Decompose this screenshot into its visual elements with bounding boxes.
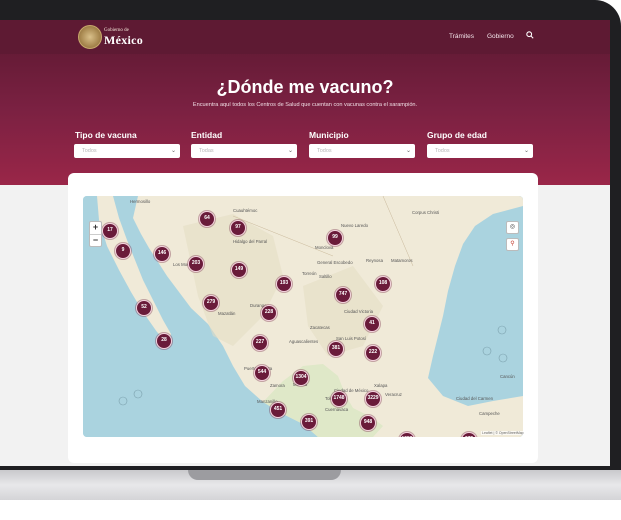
zoom-in-button[interactable]: +	[90, 222, 101, 235]
city-label: Saltillo	[319, 274, 332, 279]
zoom-out-button[interactable]: −	[90, 235, 101, 247]
cluster-marker[interactable]: 108	[375, 276, 391, 292]
cluster-marker[interactable]: 99	[327, 230, 343, 246]
city-label: Ciudad del Carmen	[456, 396, 494, 401]
cluster-marker[interactable]: 203	[188, 256, 204, 272]
page-title: ¿Dónde me vacuno?	[216, 77, 394, 97]
zoom-control: + −	[89, 221, 102, 247]
filter-label-edad: Grupo de edad	[427, 130, 487, 140]
filter-label-municipio: Municipio	[309, 130, 349, 140]
cluster-marker[interactable]: 451	[270, 402, 286, 418]
cluster-marker[interactable]: 1748	[331, 391, 347, 407]
cluster-marker[interactable]: 228	[261, 305, 277, 321]
mexico-seal-logo[interactable]	[78, 25, 102, 49]
city-label: General Escobedo	[317, 260, 353, 265]
cluster-marker[interactable]: 52	[136, 300, 152, 316]
nav-gobierno[interactable]: Gobierno	[487, 33, 514, 40]
edad-select[interactable]: Todos ⌄	[427, 144, 533, 158]
city-label: Nuevo Laredo	[341, 223, 368, 228]
cluster-marker[interactable]: 146	[154, 246, 170, 262]
city-label: Corpus Christi	[412, 210, 440, 215]
city-label: Cuauhtémoc	[233, 208, 258, 213]
map-attribution[interactable]: Leaflet | © OpenStreetMap	[481, 431, 525, 435]
city-label: Veracruz	[385, 392, 402, 397]
filter-label-vacuna: Tipo de vacuna	[75, 130, 137, 140]
cluster-marker[interactable]: 948	[360, 415, 376, 431]
nav-tramites[interactable]: Trámites	[449, 33, 474, 40]
cluster-marker[interactable]: 17	[102, 223, 118, 239]
city-label: San Luis Potosí	[336, 336, 367, 341]
municipio-select[interactable]: Todos ⌄	[309, 144, 415, 158]
cluster-marker[interactable]: 193	[276, 276, 292, 292]
edad-select-value: Todos	[435, 148, 450, 154]
city-label: Reynosa	[366, 258, 383, 263]
cluster-marker[interactable]: 544	[254, 365, 270, 381]
logo-title[interactable]: México	[104, 33, 143, 48]
map-canvas[interactable]: Hermosillo Cuauhtémoc Hidalgo del Parral…	[83, 196, 523, 437]
cluster-marker[interactable]: 222	[365, 345, 381, 361]
chevron-down-icon: ⌄	[405, 148, 411, 154]
city-label: Mazatlán	[218, 311, 236, 316]
city-label: Zacatecas	[310, 325, 330, 330]
map-pin-icon[interactable]: ⚲	[506, 238, 519, 251]
page-subtitle: Encuentra aquí todos los Centros de Salu…	[192, 102, 418, 108]
cluster-marker[interactable]: 227	[252, 335, 268, 351]
filter-label-entidad: Entidad	[191, 130, 223, 140]
city-label: Matamoros	[391, 258, 413, 263]
city-label: Xalapa	[374, 383, 388, 388]
city-label: Ciudad Victoria	[344, 309, 374, 314]
laptop-notch	[188, 470, 341, 480]
city-label: Hidalgo del Parral	[233, 239, 268, 244]
cluster-marker[interactable]: 41	[364, 316, 380, 332]
city-label: Campeche	[479, 411, 500, 416]
cluster-marker[interactable]: 9	[115, 243, 131, 259]
cluster-marker[interactable]: 149	[231, 262, 247, 278]
city-label: Monclova	[315, 245, 334, 250]
cluster-marker[interactable]: 64	[199, 211, 215, 227]
city-label: Aguascalientes	[289, 339, 319, 344]
chevron-down-icon: ⌄	[523, 148, 529, 154]
locate-icon[interactable]: ◎	[506, 221, 519, 234]
cluster-marker[interactable]: 3229	[365, 391, 381, 407]
cluster-marker[interactable]: 279	[203, 295, 219, 311]
vacuna-select[interactable]: Todos ⌄	[74, 144, 180, 158]
chevron-down-icon: ⌄	[170, 148, 176, 154]
entidad-select-value: Todas	[199, 148, 214, 154]
cluster-marker[interactable]: 381	[328, 341, 344, 357]
cluster-marker[interactable]: 747	[335, 287, 351, 303]
cluster-marker[interactable]: 391	[301, 414, 317, 430]
city-label: Hermosillo	[130, 199, 151, 204]
city-label: Torreón	[302, 271, 317, 276]
cluster-marker[interactable]: 28	[156, 333, 172, 349]
city-label: Cancún	[500, 374, 515, 379]
entidad-select[interactable]: Todas ⌄	[191, 144, 297, 158]
search-icon[interactable]	[526, 31, 534, 39]
cluster-marker[interactable]: 1304	[293, 370, 309, 386]
laptop-shadow	[0, 500, 621, 520]
chevron-down-icon: ⌄	[287, 148, 293, 154]
municipio-select-value: Todos	[317, 148, 332, 154]
city-label: Zamora	[270, 383, 285, 388]
cluster-marker[interactable]: 97	[230, 220, 246, 236]
vacuna-select-value: Todos	[82, 148, 97, 154]
city-label: Cuernavaca	[325, 407, 349, 412]
